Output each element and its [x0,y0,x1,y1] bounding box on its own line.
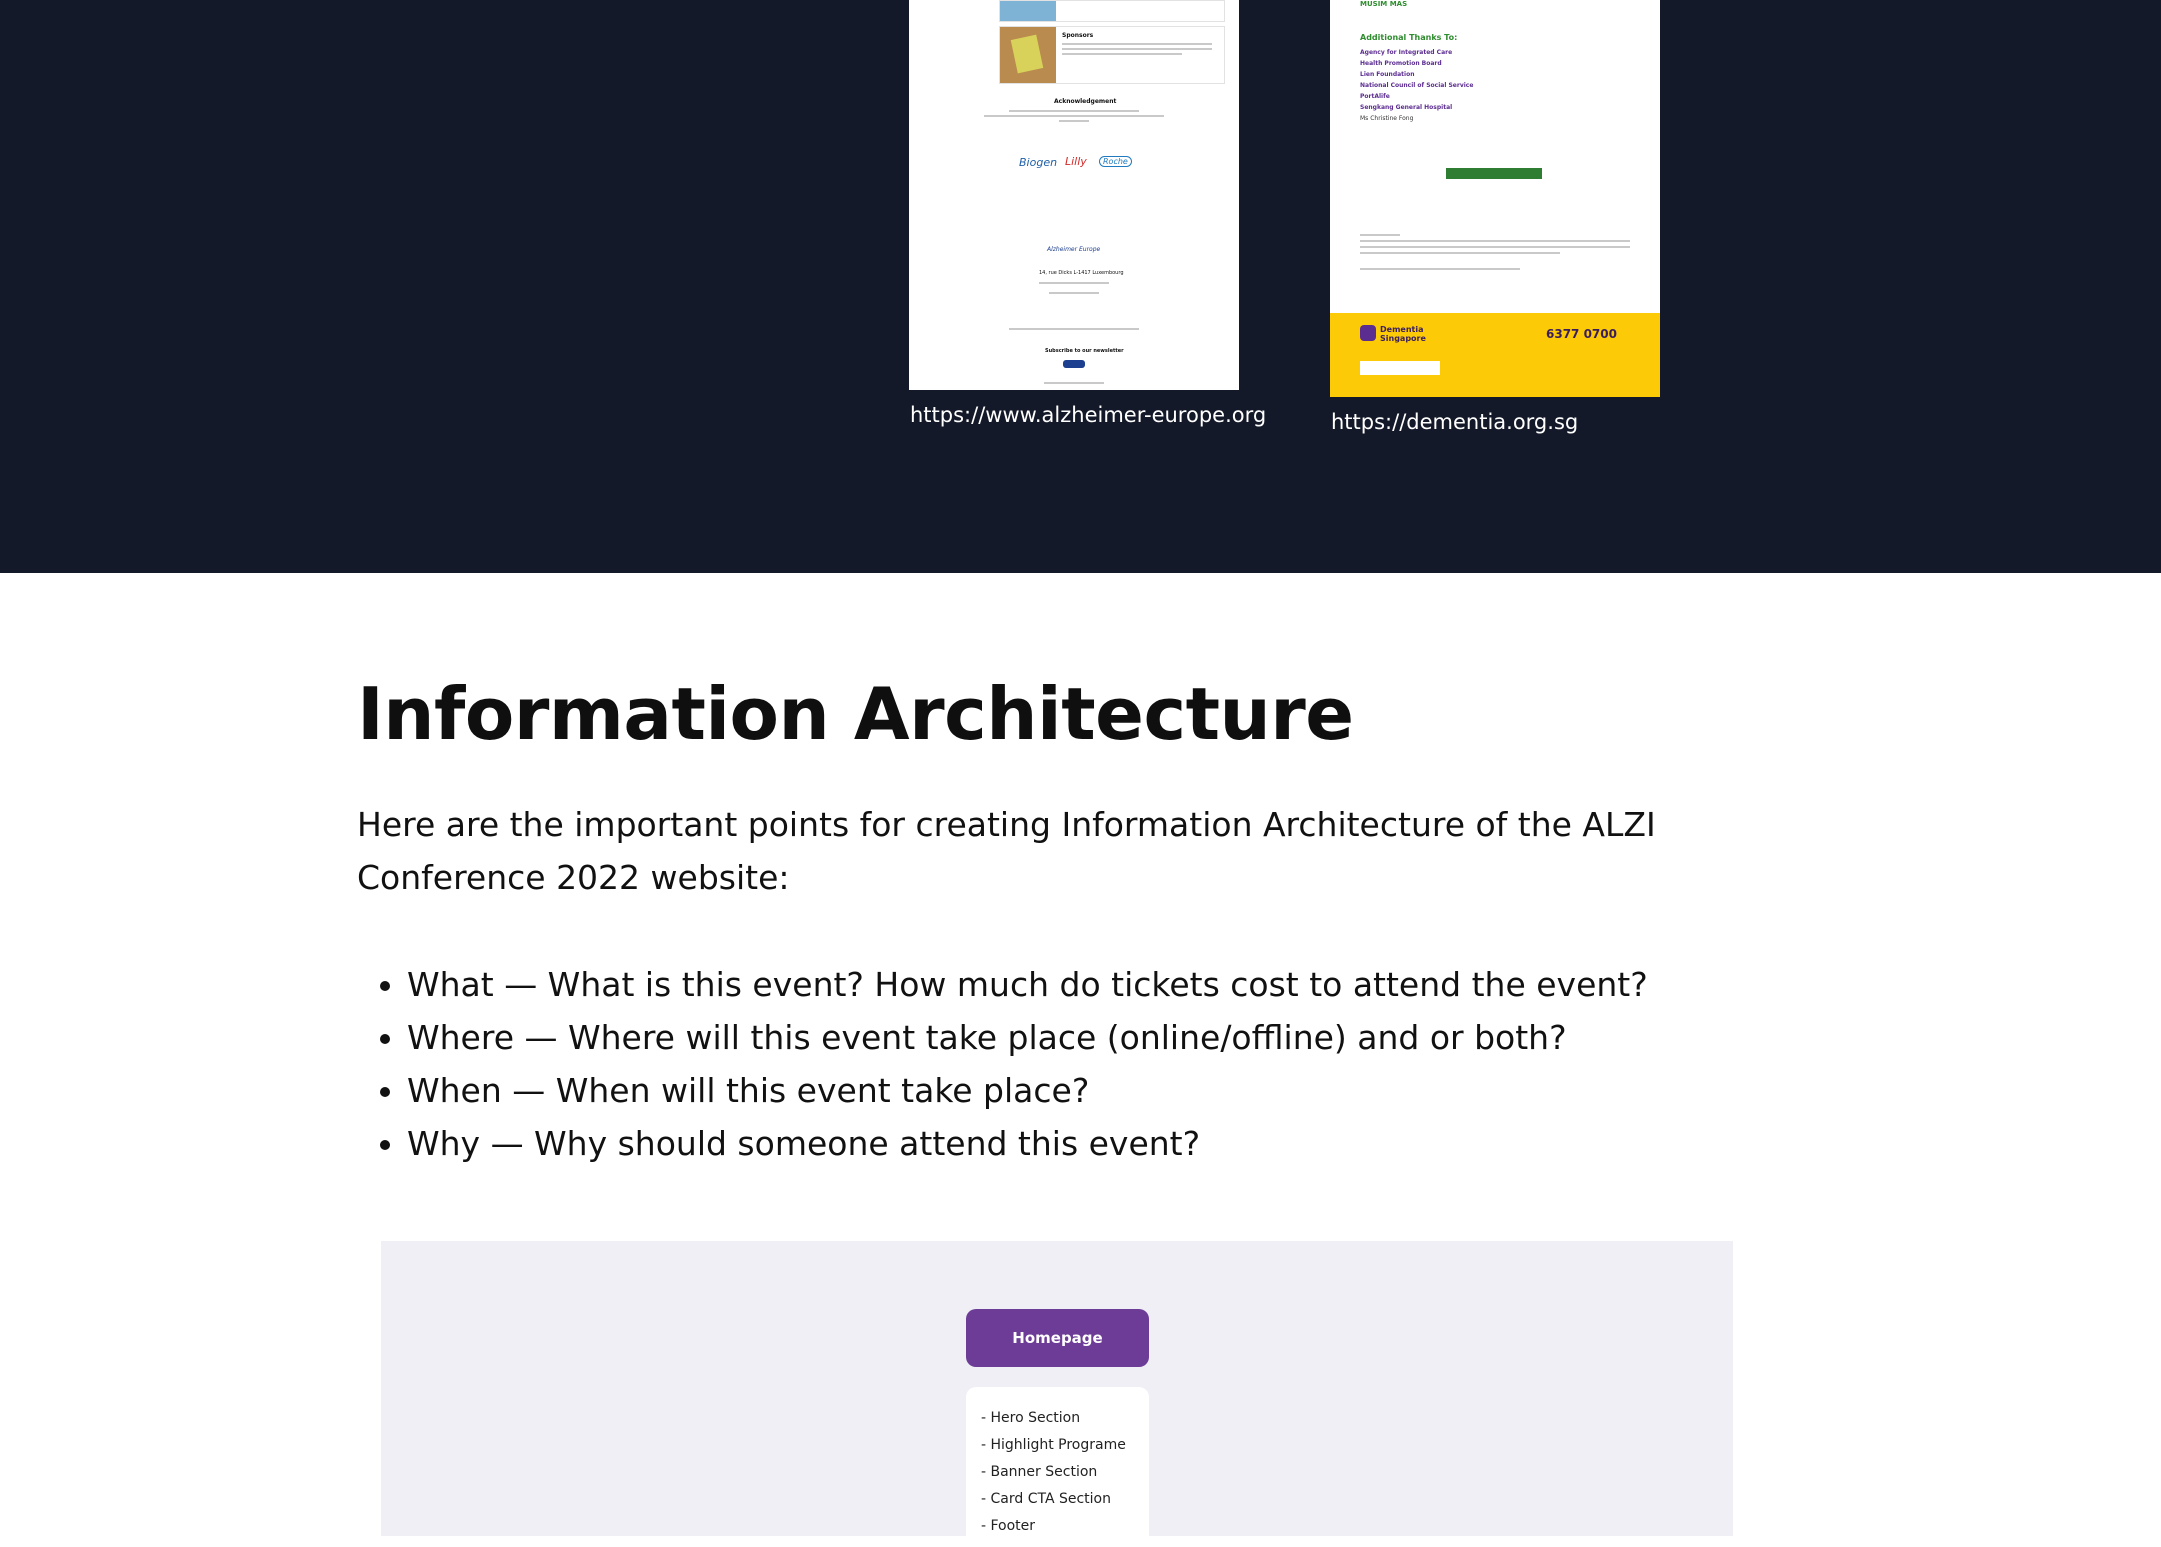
card-thumbnail [1000,27,1056,83]
thanks-item: Ms Christine Fong [1360,115,1414,122]
alzheimer-europe-url[interactable]: https://www.alzheimer-europe.org [910,403,1266,427]
thanks-item: Agency for Integrated Care [1360,49,1453,56]
list-item-what: What — What is this event? How much do t… [407,958,1648,1011]
ia-points-list: What — What is this event? How much do t… [357,958,1648,1170]
dementia-cta-button [1446,168,1542,179]
intro-paragraph: Here are the important points for creati… [357,805,1656,897]
homepage-sections-card: - Hero Section - Highlight Programe - Ba… [966,1387,1149,1547]
list-item-where: Where — Where will this event take place… [407,1011,1648,1064]
list-item-when: When — When will this event take place? [407,1064,1648,1117]
preview-card [999,0,1225,22]
card-thumbnail [1000,1,1056,21]
dementia-singapore-url[interactable]: https://dementia.org.sg [1331,410,1578,434]
reference-showcase: Sponsors Acknowledgement Biogen Lilly Ro… [0,0,2161,573]
acknowledgement-heading: Acknowledgement [1054,98,1117,105]
thanks-item: Health Promotion Board [1360,60,1442,67]
thanks-item: PortAlife [1360,93,1390,100]
section-item: - Card CTA Section [981,1491,1111,1507]
roche-logo: Roche [1099,156,1132,167]
thanks-item: National Council of Social Service [1360,82,1474,89]
section-item: - Highlight Programe [981,1437,1126,1453]
thanks-heading: Additional Thanks To: [1360,33,1458,42]
lilly-logo: Lilly [1065,155,1087,168]
newsletter-label: Subscribe to our newsletter [1045,348,1124,354]
alzheimer-europe-logo: Alzheimer Europe [1047,246,1101,253]
preview-card-sponsors: Sponsors [999,26,1225,84]
alzheimer-europe-screenshot: Sponsors Acknowledgement Biogen Lilly Ro… [909,0,1239,390]
section-item: - Hero Section [981,1410,1081,1426]
section-title: Information Architecture [357,672,1354,756]
list-item-why: Why — Why should someone attend this eve… [407,1117,1648,1170]
thanks-item: Lien Foundation [1360,71,1415,78]
footer-address: 14, rue Dicks L-1417 Luxembourg [1039,270,1124,276]
dementia-footer: Dementia Singapore 6377 0700 [1330,313,1660,397]
ia-diagram: Homepage - Hero Section - Highlight Prog… [381,1241,1733,1547]
biogen-logo: Biogen [1019,156,1058,169]
homepage-node: Homepage [966,1309,1149,1367]
musim-mas-label: MUSIM MAS [1360,0,1408,8]
subscribe-button [1063,360,1085,368]
dementia-singapore-screenshot: MUSIM MAS Additional Thanks To: Agency f… [1330,0,1660,397]
thanks-item: Sengkang General Hospital [1360,104,1453,111]
section-item: - Banner Section [981,1464,1098,1480]
sponsors-heading: Sponsors [1062,32,1094,39]
dementia-logo: Dementia Singapore [1380,325,1426,343]
dementia-phone: 6377 0700 [1546,327,1617,341]
